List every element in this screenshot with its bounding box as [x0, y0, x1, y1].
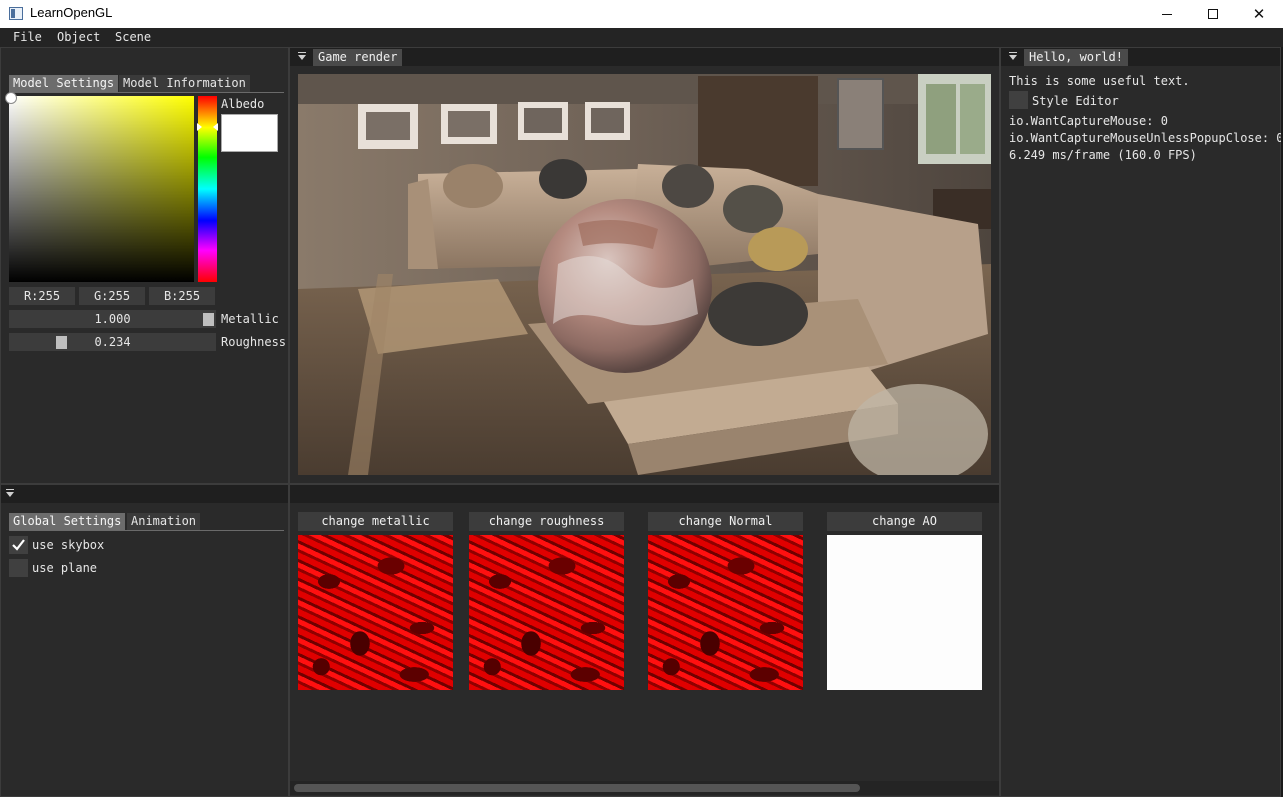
green-field[interactable]: G:255 — [79, 287, 145, 305]
use-skybox-label: use skybox — [32, 538, 105, 552]
tab-hello-world[interactable]: Hello, world! — [1024, 49, 1128, 66]
metallic-texture-preview — [298, 535, 453, 690]
style-editor-checkbox[interactable] — [1009, 91, 1028, 109]
metallic-slider-grab[interactable] — [203, 313, 214, 326]
tab-model-settings[interactable]: Model Settings — [9, 75, 119, 92]
close-icon: ✕ — [1252, 4, 1266, 23]
change-normal-button[interactable]: change Normal — [648, 512, 803, 531]
saturation-value-picker[interactable] — [9, 96, 194, 282]
tab-global-settings[interactable]: Global Settings — [9, 513, 126, 530]
tabbar-underline — [9, 530, 284, 531]
change-metallic-button[interactable]: change metallic — [298, 512, 453, 531]
metallic-slider[interactable]: 1.000 — [9, 310, 216, 328]
maximize-button[interactable] — [1190, 0, 1236, 28]
change-roughness-button[interactable]: change roughness — [469, 512, 624, 531]
use-plane-checkbox[interactable] — [9, 559, 28, 577]
game-render-viewport[interactable] — [298, 74, 991, 475]
want-capture-mouse: io.WantCaptureMouse: 0 — [1009, 114, 1168, 128]
metallic-label: Metallic — [221, 312, 279, 326]
use-plane-label: use plane — [32, 561, 98, 575]
frame-rate: 6.249 ms/frame (160.0 FPS) — [1009, 148, 1197, 162]
style-editor-label: Style Editor — [1032, 94, 1119, 108]
roughness-value: 0.234 — [94, 335, 131, 349]
albedo-color-swatch[interactable] — [221, 114, 278, 152]
change-ao-button[interactable]: change AO — [827, 512, 982, 531]
hue-marker-left-icon — [197, 123, 202, 131]
close-button[interactable]: ✕ — [1236, 0, 1282, 28]
tabbar-underline — [9, 92, 284, 93]
tab-game-render[interactable]: Game render — [313, 49, 403, 66]
roughness-texture-preview — [469, 535, 624, 690]
tab-model-information[interactable]: Model Information — [119, 75, 250, 92]
main-menubar: File Object Scene — [0, 28, 1283, 47]
normal-texture-preview — [648, 535, 803, 690]
red-field[interactable]: R:255 — [9, 287, 75, 305]
picker-cursor[interactable] — [5, 92, 17, 104]
app-icon — [9, 7, 23, 20]
want-capture-mouse-unless-popup: io.WantCaptureMouseUnlessPopupClose: 0 — [1009, 131, 1283, 145]
menu-scene[interactable]: Scene — [115, 30, 151, 44]
hue-marker-right-icon — [213, 123, 218, 131]
roughness-slider-grab[interactable] — [55, 336, 67, 349]
tab-animation[interactable]: Animation — [127, 513, 201, 530]
minimize-icon — [1162, 13, 1172, 15]
use-skybox-checkbox[interactable] — [9, 536, 28, 554]
scene-render-image — [298, 74, 991, 475]
checkmark-icon — [12, 539, 25, 551]
texture-panel-header — [290, 485, 999, 503]
menu-object[interactable]: Object — [57, 30, 100, 44]
metallic-value: 1.000 — [94, 312, 131, 326]
collapse-arrow-icon[interactable] — [297, 51, 307, 63]
roughness-label: Roughness — [221, 335, 287, 349]
albedo-label: Albedo — [221, 97, 265, 111]
collapse-arrow-icon[interactable] — [5, 488, 15, 500]
minimize-button[interactable] — [1144, 0, 1190, 28]
ao-texture-preview — [827, 535, 982, 690]
window-titlebar: LearnOpenGL ✕ — [0, 0, 1283, 28]
collapse-arrow-icon[interactable] — [1008, 51, 1018, 63]
horizontal-scrollbar-thumb[interactable] — [294, 784, 860, 792]
window-title: LearnOpenGL — [30, 5, 113, 20]
global-panel-header — [1, 485, 288, 503]
useful-text: This is some useful text. — [1009, 74, 1190, 88]
blue-field[interactable]: B:255 — [149, 287, 215, 305]
maximize-icon — [1208, 9, 1218, 19]
menu-file[interactable]: File — [13, 30, 42, 44]
roughness-slider[interactable]: 0.234 — [9, 333, 216, 351]
